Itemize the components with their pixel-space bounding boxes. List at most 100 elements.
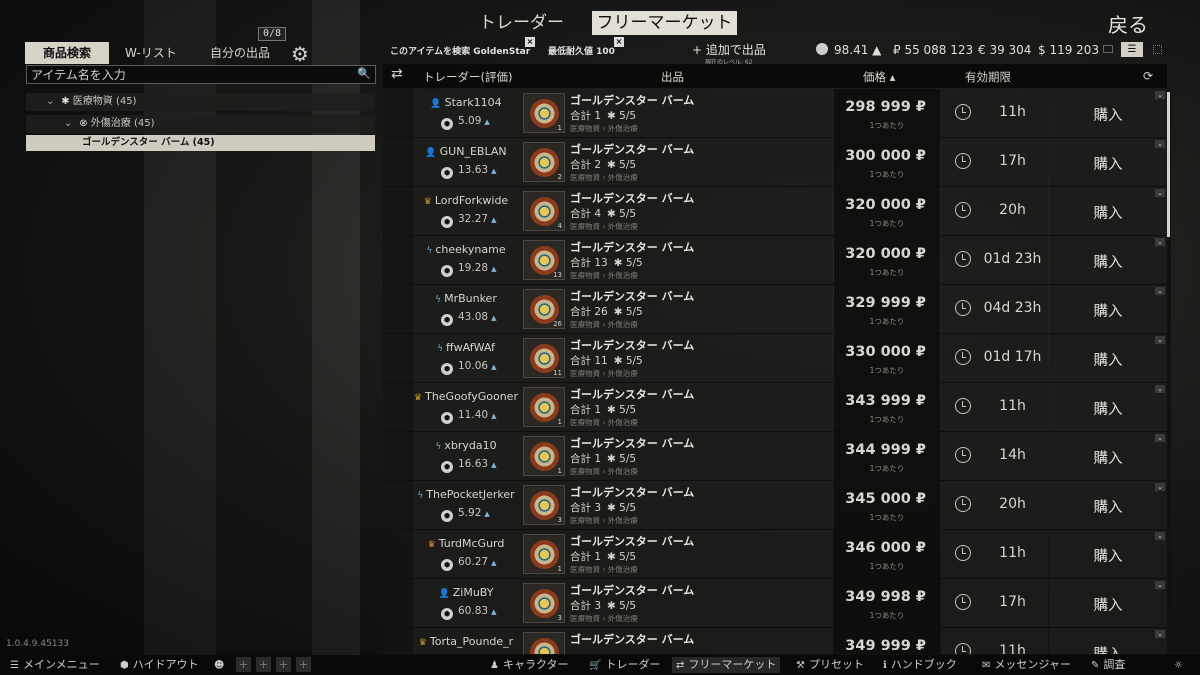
tab-traders[interactable]: トレーダー bbox=[479, 11, 564, 35]
notifications-icon[interactable]: ☼ bbox=[1174, 657, 1187, 673]
item-cell[interactable]: 2 ゴールデンスター バーム 合計 2 ✱ 5/5 医療物資 › 外傷治療 bbox=[519, 138, 833, 186]
gear-icon[interactable]: ⚙ bbox=[291, 42, 309, 66]
tab-my-offers[interactable]: 自分の出品 bbox=[210, 42, 270, 64]
item-thumbnail[interactable]: 11 bbox=[523, 338, 565, 378]
item-thumbnail[interactable]: 4 bbox=[523, 191, 565, 231]
trader-cell[interactable]: ϟ MrBunker ⬢ 43.08 ▲ bbox=[413, 285, 519, 333]
offer-row[interactable]: ϟ ThePocketJerker ⬢ 5.92 ▲ 3 ゴールデンスター バーム 合計 3 ✱… bbox=[383, 481, 1167, 530]
buy-button[interactable]: 購入 ⌄ bbox=[1049, 89, 1167, 137]
add-slot-icon[interactable]: + bbox=[296, 657, 311, 672]
messenger-button[interactable]: ✉ メッセンジャー bbox=[982, 657, 1071, 673]
trader-name[interactable]: MrBunker bbox=[444, 292, 497, 305]
item-cell[interactable]: 11 ゴールデンスター バーム 合計 11 ✱ 5/5 医療物資 › 外傷治療 bbox=[519, 334, 833, 382]
traders-button[interactable]: 🛒 トレーダー bbox=[589, 657, 660, 673]
chevron-down-icon[interactable]: ⌄ bbox=[1155, 434, 1165, 442]
trader-cell[interactable]: 👤 ZiMuBY ⬢ 60.83 ▲ bbox=[413, 579, 519, 627]
item-thumbnail[interactable] bbox=[523, 632, 565, 654]
chevron-down-icon[interactable]: ⌄ bbox=[1155, 630, 1165, 638]
column-trader[interactable]: トレーダー(評価) bbox=[423, 69, 512, 85]
trader-name[interactable]: ThePocketJerker bbox=[426, 488, 514, 501]
item-thumbnail[interactable]: 1 bbox=[523, 93, 565, 133]
buy-button[interactable]: 購入 ⌄ bbox=[1049, 138, 1167, 186]
offer-row[interactable]: ♛Torta_Pounde_r ゴールデンスター バーム 349 999 ₽1つあた… bbox=[383, 628, 1167, 654]
offer-row[interactable]: ♛ TheGoofyGooner ⬢ 11.40 ▲ 1 ゴールデンスター バーム 合計 1 ✱… bbox=[383, 383, 1167, 432]
trader-name[interactable]: Stark1104 bbox=[445, 96, 502, 109]
buy-button[interactable]: 購入 ⌄ bbox=[1049, 236, 1167, 284]
offer-row[interactable]: ♛ TurdMcGurd ⬢ 60.27 ▲ 1 ゴールデンスター バーム 合計 1 ✱ 5/5… bbox=[383, 530, 1167, 579]
item-cell[interactable]: 13 ゴールデンスター バーム 合計 13 ✱ 5/5 医療物資 › 外傷治療 bbox=[519, 236, 833, 284]
scrollbar[interactable] bbox=[1167, 89, 1171, 654]
item-thumbnail[interactable]: 1 bbox=[523, 534, 565, 574]
survey-button[interactable]: ✎ 調査 bbox=[1091, 657, 1125, 673]
reload-icon[interactable]: ⟳ bbox=[1143, 69, 1153, 83]
offer-row[interactable]: ♛ LordForkwide ⬢ 32.27 ▲ 4 ゴールデンスター バーム 合計 4 ✱ 5… bbox=[383, 187, 1167, 236]
chevron-down-icon[interactable]: ⌄ bbox=[1155, 581, 1165, 589]
chevron-down-icon[interactable]: ⌄ bbox=[1155, 287, 1165, 295]
trader-cell[interactable]: ♛ LordForkwide ⬢ 32.27 ▲ bbox=[413, 187, 519, 235]
trader-name[interactable]: cheekyname bbox=[435, 243, 505, 256]
trader-cell[interactable]: ϟ xbryda10 ⬢ 16.63 ▲ bbox=[413, 432, 519, 480]
trader-name[interactable]: Torta_Pounde_r bbox=[430, 635, 513, 648]
chevron-down-icon[interactable]: ⌄ bbox=[1155, 483, 1165, 491]
trader-name[interactable]: TheGoofyGooner bbox=[425, 390, 518, 403]
add-slot-icon[interactable]: + bbox=[236, 657, 251, 672]
offer-row[interactable]: 👤 GUN_EBLAN ⬢ 13.63 ▲ 2 ゴールデンスター バーム 合計 2 ✱ 5/5 医… bbox=[383, 138, 1167, 187]
trader-cell[interactable]: ♛ Torta_Pounde_r bbox=[413, 628, 519, 654]
item-cell[interactable]: 3 ゴールデンスター バーム 合計 3 ✱ 5/5 医療物資 › 外傷治療 bbox=[519, 579, 833, 627]
tab-browse[interactable]: 商品検索 bbox=[25, 42, 109, 64]
item-thumbnail[interactable]: 13 bbox=[523, 240, 565, 280]
chevron-down-icon[interactable]: ⌄ bbox=[1155, 336, 1165, 344]
add-slot-icon[interactable]: + bbox=[256, 657, 271, 672]
trader-name[interactable]: TurdMcGurd bbox=[439, 537, 505, 550]
item-cell[interactable]: 26 ゴールデンスター バーム 合計 26 ✱ 5/5 医療物資 › 外傷治療 bbox=[519, 285, 833, 333]
list-icon[interactable]: ☰ bbox=[1121, 42, 1143, 57]
category-injury-treatment[interactable]: ⌄ ⊗ 外傷治療 (45) bbox=[26, 115, 375, 133]
buy-button[interactable]: 購入 ⌄ bbox=[1049, 334, 1167, 382]
item-cell[interactable]: 1 ゴールデンスター バーム 合計 1 ✱ 5/5 医療物資 › 外傷治療 bbox=[519, 89, 833, 137]
trader-cell[interactable]: 👤 Stark1104 ⬢ 5.09 ▲ bbox=[413, 89, 519, 137]
trader-name[interactable]: GUN_EBLAN bbox=[440, 145, 507, 158]
item-cell[interactable]: 1 ゴールデンスター バーム 合計 1 ✱ 5/5 医療物資 › 外傷治療 bbox=[519, 432, 833, 480]
offer-row[interactable]: ϟ xbryda10 ⬢ 16.63 ▲ 1 ゴールデンスター バーム 合計 1 ✱ 5/5 医療… bbox=[383, 432, 1167, 481]
back-button[interactable]: 戻る bbox=[1108, 9, 1148, 38]
item-thumbnail[interactable]: 1 bbox=[523, 436, 565, 476]
compact-view-icon[interactable] bbox=[1103, 45, 1113, 53]
hideout-button[interactable]: ⬢ ハイドアウト bbox=[120, 657, 199, 673]
buy-button[interactable]: 購入 ⌄ bbox=[1049, 432, 1167, 480]
search-input[interactable] bbox=[27, 66, 347, 83]
item-thumbnail[interactable]: 3 bbox=[523, 485, 565, 525]
grid-view-icon[interactable] bbox=[1153, 45, 1162, 54]
add-slot-icon[interactable]: + bbox=[276, 657, 291, 672]
tab-wishlist[interactable]: W-リスト bbox=[125, 42, 177, 64]
handbook-button[interactable]: ℹ ハンドブック bbox=[883, 657, 957, 673]
item-thumbnail[interactable]: 26 bbox=[523, 289, 565, 329]
chevron-down-icon[interactable]: ⌄ bbox=[1155, 238, 1165, 246]
trader-name[interactable]: LordForkwide bbox=[435, 194, 508, 207]
item-thumbnail[interactable]: 3 bbox=[523, 583, 565, 623]
character-button[interactable]: ♟ キャラクター bbox=[490, 657, 569, 673]
buy-button[interactable]: 購入 ⌄ bbox=[1049, 285, 1167, 333]
chevron-down-icon[interactable]: ⌄ bbox=[1155, 532, 1165, 540]
buy-button[interactable]: 購入 ⌄ bbox=[1049, 628, 1167, 654]
offer-row[interactable]: ϟ ffwAfWAf ⬢ 10.06 ▲ 11 ゴールデンスター バーム 合計 11 ✱ 5/5… bbox=[383, 334, 1167, 383]
buy-button[interactable]: 購入 ⌄ bbox=[1049, 481, 1167, 529]
item-cell[interactable]: 1 ゴールデンスター バーム 合計 1 ✱ 5/5 医療物資 › 外傷治療 bbox=[519, 530, 833, 578]
flea-market-button[interactable]: ⇄ フリーマーケット bbox=[672, 657, 781, 673]
trader-name[interactable]: xbryda10 bbox=[444, 439, 496, 452]
refresh-icon[interactable]: ⇄ bbox=[391, 66, 403, 82]
trader-cell[interactable]: ϟ ffwAfWAf ⬢ 10.06 ▲ bbox=[413, 334, 519, 382]
offer-row[interactable]: 👤 ZiMuBY ⬢ 60.83 ▲ 3 ゴールデンスター バーム 合計 3 ✱ 5/5 医療物資… bbox=[383, 579, 1167, 628]
chevron-down-icon[interactable]: ⌄ bbox=[1155, 91, 1165, 99]
add-offer-button[interactable]: + 追加で出品 bbox=[692, 41, 766, 58]
item-cell[interactable]: ゴールデンスター バーム bbox=[519, 628, 833, 654]
item-cell[interactable]: 4 ゴールデンスター バーム 合計 4 ✱ 5/5 医療物資 › 外傷治療 bbox=[519, 187, 833, 235]
tab-flea-market[interactable]: フリーマーケット bbox=[592, 11, 737, 35]
presets-button[interactable]: ⚒ プリセット bbox=[796, 657, 864, 673]
item-cell[interactable]: 3 ゴールデンスター バーム 合計 3 ✱ 5/5 医療物資 › 外傷治療 bbox=[519, 481, 833, 529]
column-price[interactable]: 価格 ▴ bbox=[863, 69, 895, 85]
item-cell[interactable]: 1 ゴールデンスター バーム 合計 1 ✱ 5/5 医療物資 › 外傷治療 bbox=[519, 383, 833, 431]
offer-row[interactable]: ϟ cheekyname ⬢ 19.28 ▲ 13 ゴールデンスター バーム 合計 13 ✱ 5… bbox=[383, 236, 1167, 285]
player-icon[interactable]: ☻ bbox=[214, 657, 228, 673]
buy-button[interactable]: 購入 ⌄ bbox=[1049, 383, 1167, 431]
offer-row[interactable]: ϟ MrBunker ⬢ 43.08 ▲ 26 ゴールデンスター バーム 合計 26 ✱ 5/5… bbox=[383, 285, 1167, 334]
